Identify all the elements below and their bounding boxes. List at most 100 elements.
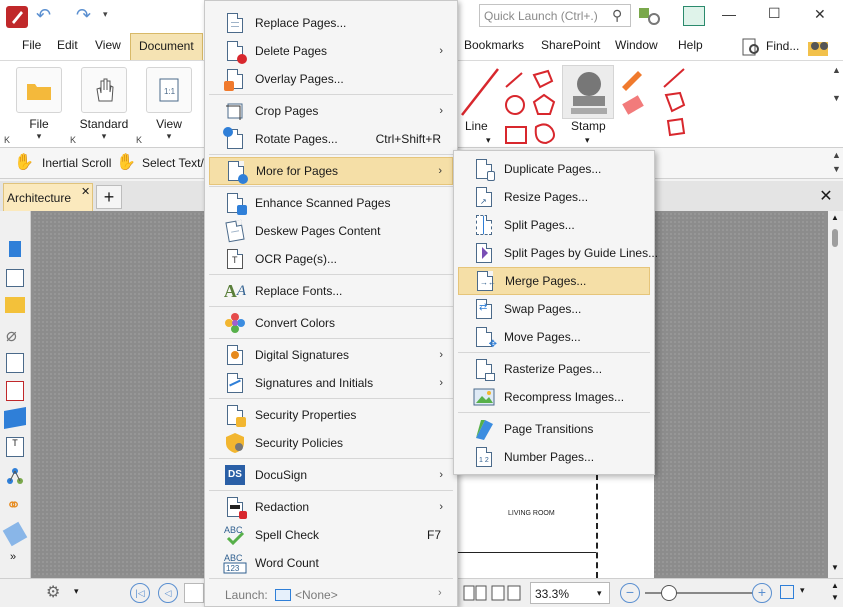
vertical-scrollbar[interactable]: ▲ ▼: [828, 211, 843, 578]
menu-item-delete-pages[interactable]: Delete Pages ›: [209, 37, 453, 65]
quick-launch-box[interactable]: Quick Launch (Ctrl+.) ⚲: [479, 4, 631, 27]
zoom-select[interactable]: 33.3% ▾: [530, 582, 610, 604]
minimize-button[interactable]: —: [722, 6, 736, 22]
menu-item-spell-check[interactable]: ABC Spell Check F7: [209, 521, 453, 549]
menu-item-ocr-pages[interactable]: T OCR Page(s)...: [209, 245, 453, 273]
layers-icon[interactable]: [4, 407, 26, 429]
menu-tab-view[interactable]: View: [87, 33, 129, 60]
ribbon-standard-button[interactable]: Standard ▾: [78, 67, 130, 141]
fullscreen-view-icon[interactable]: [780, 585, 794, 599]
menu-item-digital-signatures[interactable]: Digital Signatures ›: [209, 341, 453, 369]
previous-page-button[interactable]: ◁: [158, 583, 178, 603]
ribbon-line-label[interactable]: Line: [465, 119, 488, 133]
close-window-button[interactable]: ✕: [814, 6, 826, 23]
menu-tab-sharepoint[interactable]: SharePoint: [533, 33, 608, 60]
maximize-button[interactable]: ☐: [768, 5, 781, 22]
menu-item-merge-pages[interactable]: →← Merge Pages...: [458, 267, 650, 295]
destinations-icon[interactable]: [6, 381, 24, 401]
page-number-input[interactable]: [184, 583, 204, 603]
menu-item-signatures-initials[interactable]: Signatures and Initials ›: [209, 369, 453, 397]
menu-item-resize-pages[interactable]: ↗ Resize Pages...: [458, 183, 650, 211]
close-icon[interactable]: ✕: [81, 185, 90, 198]
zoom-in-button[interactable]: +: [752, 583, 772, 603]
menu-item-more-for-pages[interactable]: More for Pages ›: [209, 157, 453, 185]
fields-icon[interactable]: T: [6, 437, 24, 457]
content-icon[interactable]: [6, 353, 24, 373]
close-document-button[interactable]: ✕: [814, 186, 838, 208]
group-collapse-icon[interactable]: K: [4, 135, 10, 145]
fullscreen-icon[interactable]: [683, 6, 705, 26]
menu-item-swap-pages[interactable]: ⇄ Swap Pages...: [458, 295, 650, 323]
link-icon[interactable]: ⚭: [6, 495, 21, 516]
stamp-icon[interactable]: [562, 65, 614, 119]
menu-tab-help[interactable]: Help: [670, 33, 711, 60]
menu-item-move-pages[interactable]: ✥ Move Pages...: [458, 323, 650, 351]
menu-item-overlay-pages[interactable]: Overlay Pages...: [209, 65, 453, 93]
menu-item-security-policies[interactable]: Security Policies: [209, 429, 453, 457]
menu-item-word-count[interactable]: ABC 123 Word Count: [209, 549, 453, 577]
menu-item-deskew-pages[interactable]: Deskew Pages Content: [209, 217, 453, 245]
tags-icon[interactable]: [6, 467, 24, 485]
toolbar-scroll-up-icon[interactable]: ▲: [832, 150, 841, 160]
attachment-icon[interactable]: ⌀: [6, 325, 17, 346]
signature-panel-icon[interactable]: [2, 521, 28, 547]
gear-icon[interactable]: ⚙: [46, 582, 60, 602]
page-layout-icons[interactable]: [462, 583, 524, 603]
scroll-up-icon[interactable]: ▲: [831, 213, 839, 222]
find-label[interactable]: Find...: [766, 39, 799, 53]
line-tool-icon[interactable]: [460, 65, 500, 121]
search-icon[interactable]: ⚲: [612, 7, 622, 24]
ribbon-view-button[interactable]: 1:1 View ▾: [144, 67, 194, 141]
menu-item-split-pages[interactable]: Split Pages...: [458, 211, 650, 239]
scroll-down-icon[interactable]: ▼: [831, 563, 839, 572]
sidebar-more-icon[interactable]: »: [10, 551, 16, 563]
menu-item-security-properties[interactable]: Security Properties: [209, 401, 453, 429]
group-collapse-icon[interactable]: K: [136, 135, 142, 145]
menu-item-rasterize-pages[interactable]: Rasterize Pages...: [458, 355, 650, 383]
menu-item-convert-colors[interactable]: Convert Colors: [209, 309, 453, 337]
menu-item-replace-pages[interactable]: Replace Pages...: [209, 9, 453, 37]
menu-launch-row[interactable]: Launch: <None> ›: [209, 581, 453, 607]
status-scroll-down-icon[interactable]: ▼: [831, 593, 839, 602]
document-tab[interactable]: Architecture ✕: [3, 183, 93, 211]
menu-item-docusign[interactable]: DS DocuSign ›: [209, 461, 453, 489]
inertial-scroll-button[interactable]: Inertial Scroll: [42, 156, 111, 170]
zoom-out-button[interactable]: −: [620, 583, 640, 603]
new-tab-button[interactable]: +: [96, 185, 122, 209]
undo-icon[interactable]: ↶: [36, 5, 51, 26]
find-icon[interactable]: [740, 36, 762, 58]
status-scroll-up-icon[interactable]: ▲: [831, 581, 839, 590]
menu-item-duplicate-pages[interactable]: Duplicate Pages...: [458, 155, 650, 183]
menu-item-enhance-scanned-pages[interactable]: Enhance Scanned Pages: [209, 189, 453, 217]
menu-tab-edit[interactable]: Edit: [49, 33, 86, 60]
menu-tab-file[interactable]: File: [14, 33, 49, 60]
pages-icon[interactable]: [6, 269, 24, 287]
ribbon-scroll-up-icon[interactable]: ▲: [832, 65, 841, 75]
menu-tab-bookmarks[interactable]: Bookmarks: [456, 33, 532, 60]
menu-item-page-transitions[interactable]: Page Transitions: [458, 415, 650, 443]
menu-item-redaction[interactable]: Redaction ›: [209, 493, 453, 521]
bookmark-icon[interactable]: [9, 241, 21, 257]
group-collapse-icon[interactable]: K: [70, 135, 76, 145]
zoom-slider-thumb[interactable]: [661, 585, 677, 601]
menu-tab-document[interactable]: Document: [130, 33, 203, 60]
menu-item-crop-pages[interactable]: Crop Pages ›: [209, 97, 453, 125]
measure-tools[interactable]: [660, 65, 690, 145]
first-page-button[interactable]: |◁: [130, 583, 150, 603]
comments-icon[interactable]: [5, 297, 25, 313]
binoculars-icon[interactable]: [806, 36, 832, 58]
menu-item-split-pages-guides[interactable]: Split Pages by Guide Lines...: [458, 239, 658, 267]
toolbar-scroll-down-icon[interactable]: ▼: [832, 164, 841, 174]
menu-item-recompress-images[interactable]: Recompress Images...: [458, 383, 650, 411]
chevron-down-icon[interactable]: ▾: [74, 586, 79, 597]
menu-item-replace-fonts[interactable]: AA Replace Fonts...: [209, 277, 453, 305]
shape-tools[interactable]: [502, 67, 558, 149]
menu-tab-window[interactable]: Window: [607, 33, 666, 60]
redo-icon[interactable]: ↷: [76, 5, 91, 26]
ribbon-file-button[interactable]: File ▾: [14, 67, 64, 141]
pencil-eraser-tools[interactable]: [618, 65, 648, 145]
select-text-button[interactable]: Select Text/I: [142, 156, 207, 170]
menu-item-rotate-pages[interactable]: Rotate Pages... Ctrl+Shift+R: [209, 125, 453, 153]
ribbon-stamp-label[interactable]: Stamp: [571, 119, 606, 133]
settings-icon[interactable]: [637, 6, 667, 26]
